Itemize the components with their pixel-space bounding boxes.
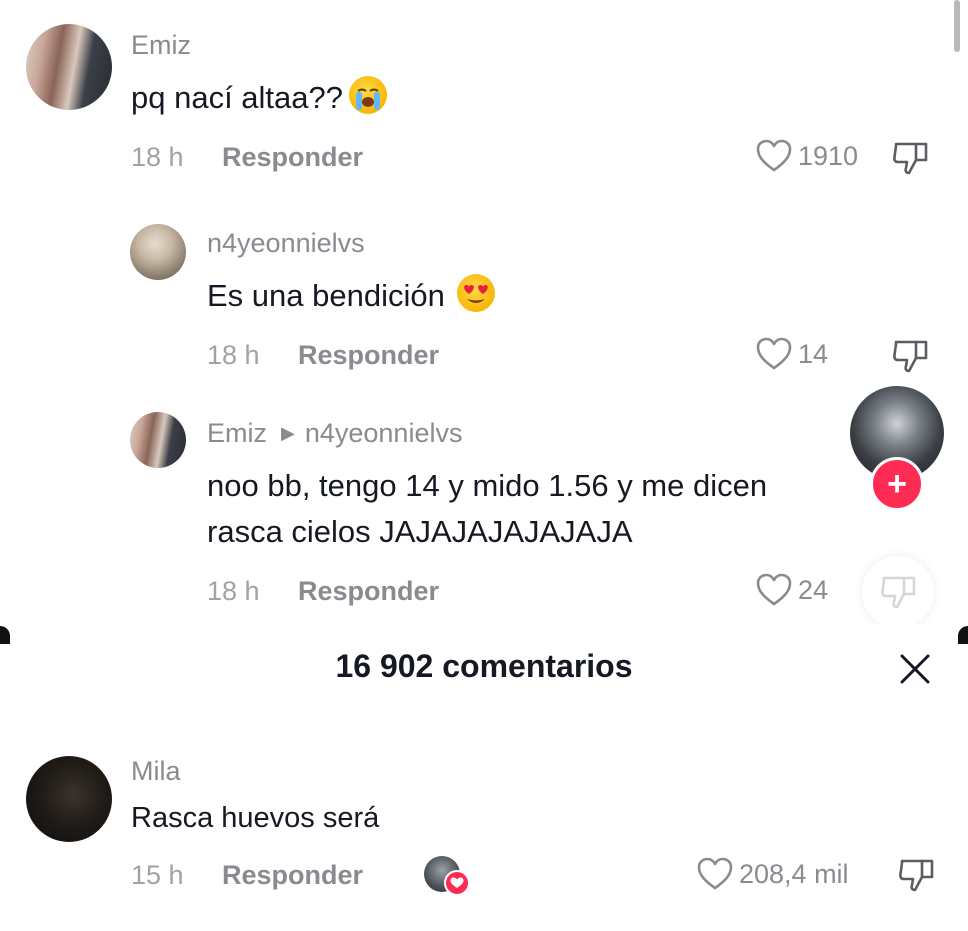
- comment-text: Rasca huevos será: [131, 802, 380, 834]
- like-count: 14: [798, 338, 829, 369]
- comment-time: 18 h: [207, 340, 260, 370]
- comment-text: pq nací altaa??: [131, 76, 388, 120]
- like-button[interactable]: 1910: [756, 139, 858, 173]
- like-button[interactable]: 24: [756, 573, 828, 607]
- comments-count-title: 16 902 comentarios: [335, 648, 633, 684]
- comment-username-line: Emiz ▶ n4yeonnielvs: [207, 418, 462, 449]
- avatar-mila[interactable]: [26, 756, 112, 842]
- dislike-icon[interactable]: [898, 857, 936, 893]
- sheet-corner-right: [958, 626, 968, 644]
- comment-text-content: pq nací altaa??: [131, 80, 344, 115]
- follow-plus-icon[interactable]: +: [870, 457, 924, 511]
- comment-time: 18 h: [207, 576, 260, 606]
- like-button[interactable]: 208,4 mil: [697, 857, 849, 891]
- dislike-icon: [881, 576, 916, 609]
- comment-text: Es una bendición: [207, 274, 495, 318]
- comment-text-content: Es una bendición: [207, 278, 445, 313]
- comment-text-line1: noo bb, tengo 14 y mido 1.56 y me dicen: [207, 468, 768, 503]
- comment-username[interactable]: Mila: [131, 756, 181, 787]
- reply-button[interactable]: Responder: [222, 142, 363, 173]
- heart-eyes-face-icon: [456, 274, 495, 312]
- comment-text-line2: rasca cielos JAJAJAJAJAJAJA: [207, 514, 633, 549]
- comment-time: 15 h: [131, 860, 184, 890]
- heart-outline-icon: [756, 139, 792, 173]
- reply-button[interactable]: Responder: [222, 860, 363, 891]
- dislike-icon[interactable]: [892, 338, 930, 374]
- comment-username[interactable]: Emiz: [131, 30, 191, 61]
- avatar-n4yeonnielvs[interactable]: [130, 224, 186, 280]
- dislike-icon[interactable]: [892, 140, 930, 176]
- heart-outline-icon: [697, 857, 733, 891]
- avatar-emiz[interactable]: [130, 412, 186, 468]
- previous-comments-view: Emiz pq nací altaa?? 18 h Responder 1910…: [0, 0, 968, 625]
- comment-time: 18 h: [131, 142, 184, 172]
- reply-arrow-icon: ▶: [281, 423, 295, 443]
- heart-outline-icon: [756, 337, 792, 371]
- creator-liked-heart-icon: [444, 870, 470, 896]
- comment-username[interactable]: n4yeonnielvs: [207, 228, 365, 259]
- loudly-crying-face-icon: [349, 76, 388, 114]
- like-count: 1910: [798, 140, 859, 171]
- heart-outline-icon: [756, 573, 792, 607]
- dislike-button-overlay[interactable]: [862, 556, 934, 625]
- like-button[interactable]: 14: [756, 337, 828, 371]
- like-count: 208,4 mil: [739, 858, 849, 889]
- scrollbar[interactable]: [954, 0, 960, 52]
- reply-to-username[interactable]: n4yeonnielvs: [305, 418, 463, 448]
- reply-button[interactable]: Responder: [298, 576, 439, 607]
- reply-button[interactable]: Responder: [298, 340, 439, 371]
- close-icon[interactable]: [898, 652, 932, 691]
- comment-username[interactable]: Emiz: [207, 418, 267, 448]
- avatar-emiz[interactable]: [26, 24, 112, 110]
- like-count: 24: [798, 574, 829, 605]
